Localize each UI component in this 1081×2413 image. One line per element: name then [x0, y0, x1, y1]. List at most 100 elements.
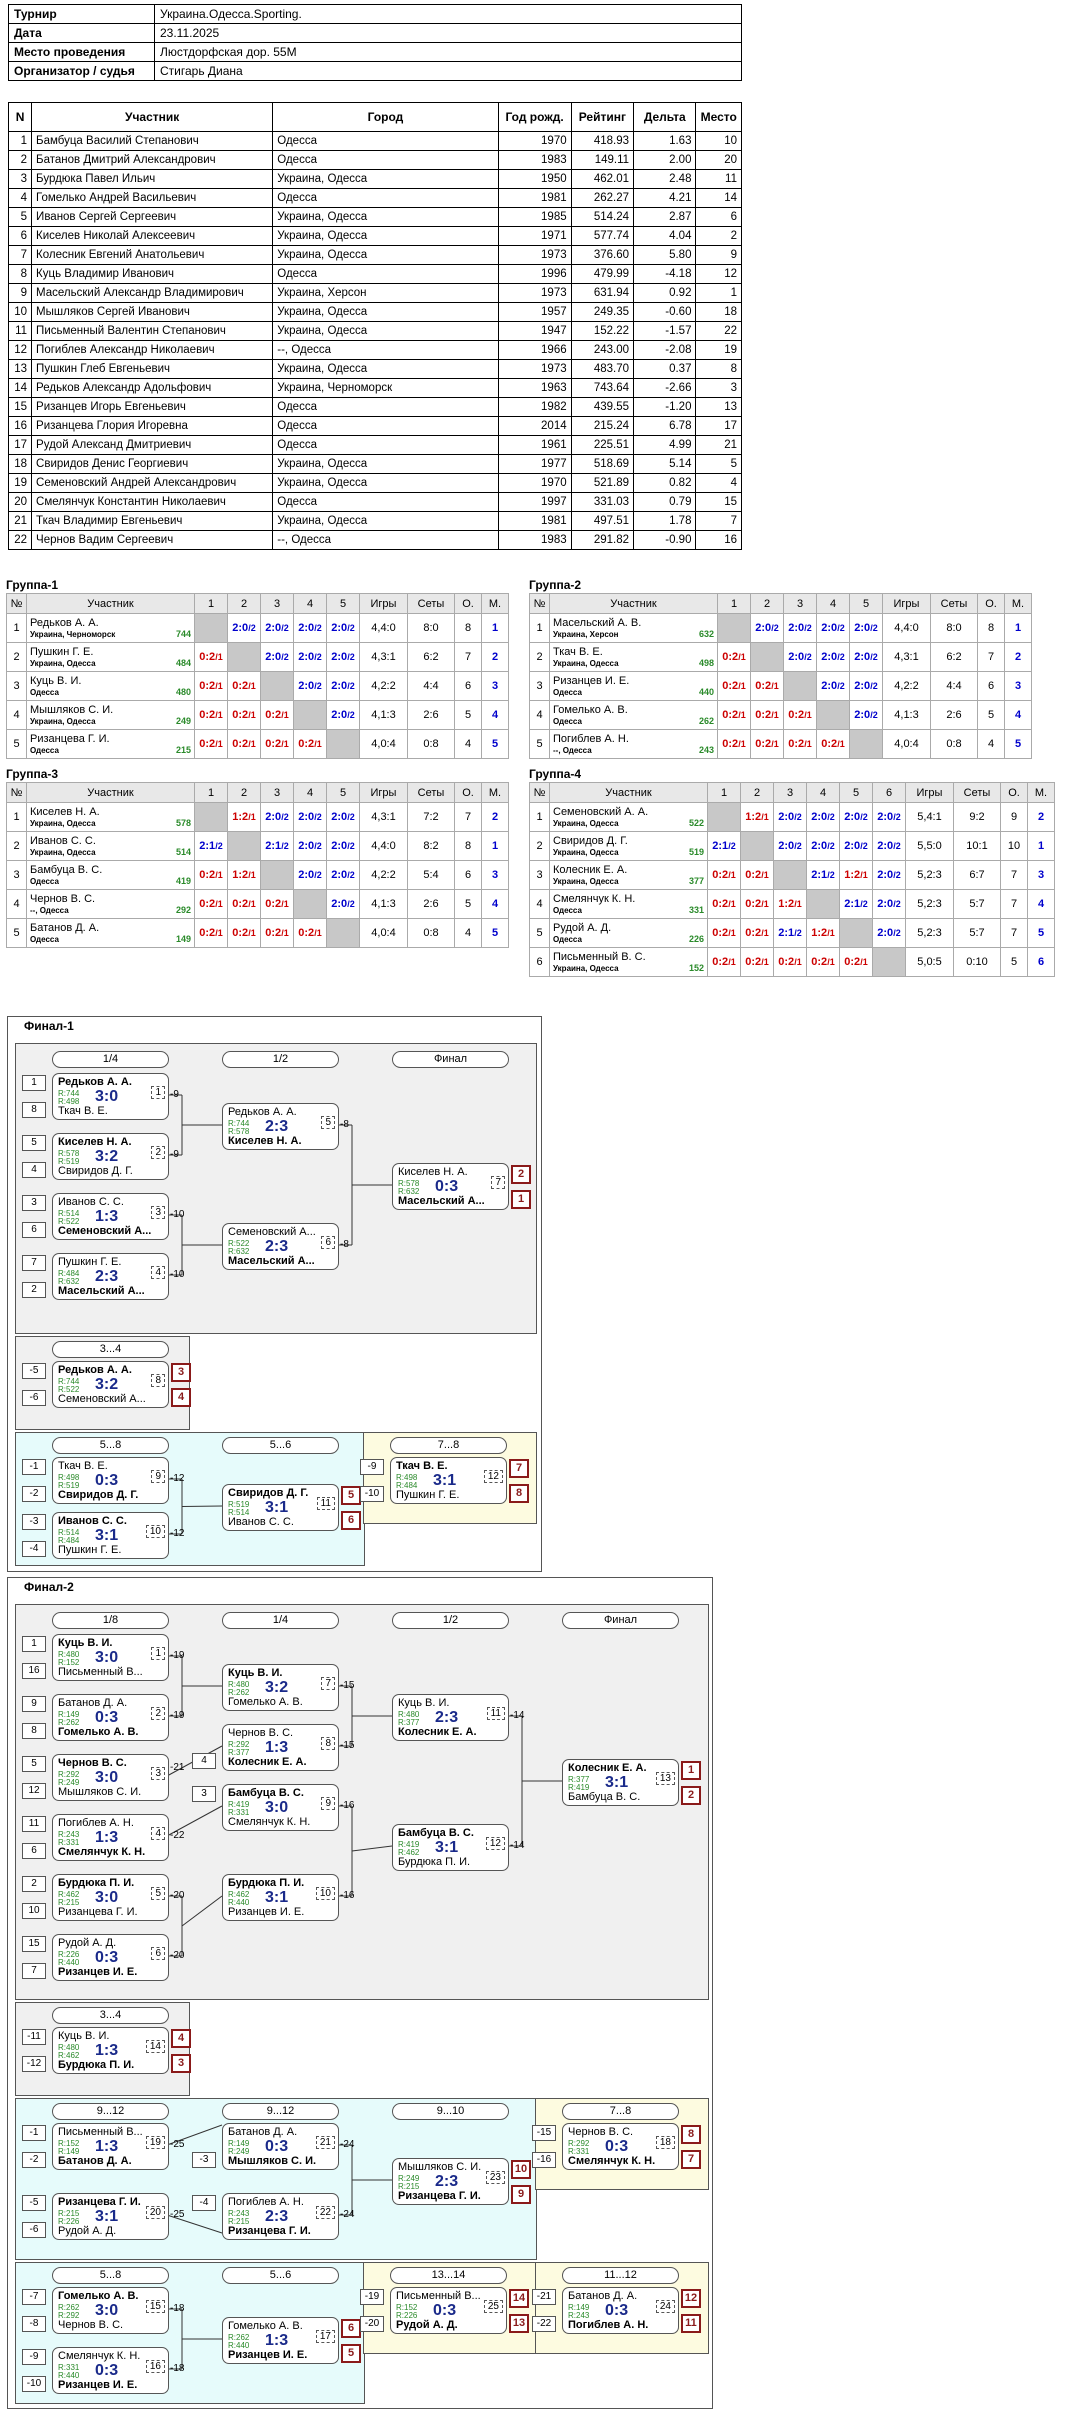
final-place: 2: [681, 1786, 701, 1805]
loser-link-label: -9: [170, 1149, 179, 1160]
final-place: 4: [171, 1388, 191, 1407]
match-player-2: Смелянчук К. Н.: [228, 1816, 311, 1828]
bracket-connector: [181, 1895, 223, 1927]
match-score: 3:2: [95, 1148, 119, 1165]
match-score: 3:1: [95, 1527, 119, 1544]
match-score: 0:3: [95, 1949, 119, 1966]
match-score: 2:3: [265, 2208, 289, 2225]
match-box[interactable]: Бамбуца В. С. R:419 R:462 3:1 12 Бурдюка П. И…: [392, 1824, 509, 1871]
round-label: 1/2: [222, 1051, 339, 1068]
seed-number: -9: [22, 2349, 46, 2365]
match-player-1: Чернов В. С.: [58, 1757, 127, 1769]
match-number: 7: [321, 1677, 335, 1690]
match-box[interactable]: Куць В. И. R:480 R:152 3:0 1 Письменный В...: [52, 1634, 169, 1681]
match-box[interactable]: Гомелько А. В. R:262 R:292 3:0 15 Чернов В. С…: [52, 2287, 169, 2334]
final-place: 4: [171, 2029, 191, 2048]
match-score: 3:0: [95, 2302, 119, 2319]
seed-number: 10: [22, 1903, 46, 1919]
match-score: 1:3: [95, 2042, 119, 2059]
match-box[interactable]: Бамбуца В. С. R:419 R:331 3:0 9 Смелянчук К. …: [222, 1784, 339, 1831]
match-box[interactable]: Ризанцева Г. И. R:215 R:226 3:1 20 Рудой А. Д…: [52, 2193, 169, 2240]
match-box[interactable]: Чернов В. С. R:292 R:249 3:0 3 Мышляков С. И.: [52, 1754, 169, 1801]
match-box[interactable]: Погиблев А. Н. R:243 R:215 2:3 22 Ризанцева Г…: [222, 2193, 339, 2240]
match-box[interactable]: Батанов Д. А. R:149 R:262 0:3 2 Гомелько А. В…: [52, 1694, 169, 1741]
match-box[interactable]: Иванов С. С. R:514 R:522 1:3 3 Семеновский А.…: [52, 1193, 169, 1240]
match-box[interactable]: Семеновский А... R:522 R:632 2:3 6 Масельский…: [222, 1223, 339, 1270]
match-box[interactable]: Батанов Д. А. R:149 R:249 0:3 21 Мышляков С. …: [222, 2123, 339, 2170]
seed-number: 5: [22, 1135, 46, 1151]
match-player-1: Редьков А. А.: [228, 1106, 297, 1118]
match-player-2: Масельский А...: [398, 1195, 485, 1207]
match-player-2: Ткач В. Е.: [58, 1105, 108, 1117]
match-score: 3:0: [95, 1088, 119, 1105]
seed-number: -4: [192, 2195, 216, 2211]
match-player-1: Мышляков С. И.: [398, 2161, 482, 2173]
match-score: 3:1: [605, 1774, 629, 1791]
match-score: 3:0: [95, 1889, 119, 1906]
match-score: 3:2: [95, 1376, 119, 1393]
match-box[interactable]: Свиридов Д. Г. R:519 R:514 3:1 11 Иванов С. С…: [222, 1484, 339, 1531]
match-box[interactable]: Ткач В. Е. R:498 R:484 3:1 12 Пушкин Г. Е.: [390, 1457, 507, 1504]
match-box[interactable]: Ткач В. Е. R:498 R:519 0:3 9 Свиридов Д. Г.: [52, 1457, 169, 1504]
match-number: 3: [151, 1206, 165, 1219]
match-player-1: Письменный В...: [396, 2290, 481, 2302]
match-box[interactable]: Чернов В. С. R:292 R:377 1:3 8 Колесник Е. А.: [222, 1724, 339, 1771]
match-box[interactable]: Редьков А. А. R:744 R:498 3:0 1 Ткач В. Е.: [52, 1073, 169, 1120]
match-player-1: Ризанцева Г. И.: [58, 2196, 141, 2208]
loser-link-label: -24: [340, 2209, 355, 2220]
match-player-2: Гомелько А. В.: [58, 1726, 139, 1738]
match-player-2: Смелянчук К. Н.: [58, 1846, 146, 1858]
seed-number: -7: [22, 2289, 46, 2305]
match-box[interactable]: Редьков А. А. R:744 R:578 2:3 5 Киселев Н. А.: [222, 1103, 339, 1150]
match-player-1: Семеновский А...: [228, 1226, 316, 1238]
bracket-connector: [181, 1505, 223, 1507]
match-box[interactable]: Колесник Е. А. R:377 R:419 3:1 13 Бамбуца В. …: [562, 1759, 679, 1806]
match-box[interactable]: Чернов В. С. R:292 R:331 0:3 18 Смелянчук К. …: [562, 2123, 679, 2170]
match-box[interactable]: Рудой А. Д. R:226 R:440 0:3 6 Ризанцев И. Е.: [52, 1934, 169, 1981]
match-number: 20: [145, 2206, 165, 2219]
match-player-2: Свиридов Д. Г.: [58, 1165, 133, 1177]
round-label: 7...8: [390, 1437, 507, 1454]
final-place: 8: [681, 2125, 701, 2144]
loser-link-label: -8: [340, 1119, 349, 1130]
match-box[interactable]: Куць В. И. R:480 R:262 3:2 7 Гомелько А. В.: [222, 1664, 339, 1711]
match-box[interactable]: Бурдюка П. И. R:462 R:440 3:1 10 Ризанцев И. …: [222, 1874, 339, 1921]
match-box[interactable]: Пушкин Г. Е. R:484 R:632 2:3 4 Масельский А..…: [52, 1253, 169, 1300]
match-score: 3:2: [265, 1679, 289, 1696]
match-box[interactable]: Редьков А. А. R:744 R:522 3:2 8 Семеновский А…: [52, 1361, 169, 1408]
match-box[interactable]: Батанов Д. А. R:149 R:243 0:3 24 Погиблев А. …: [562, 2287, 679, 2334]
round-label: 9...12: [52, 2103, 169, 2120]
match-box[interactable]: Смелянчук К. Н. R:331 R:440 0:3 16 Ризанцев И…: [52, 2347, 169, 2394]
match-player-1: Редьков А. А.: [58, 1076, 132, 1088]
loser-link-label: -20: [170, 1950, 185, 1961]
match-player-1: Куць В. И.: [58, 1637, 113, 1649]
round-label: 13...14: [390, 2267, 507, 2284]
match-player-1: Рудой А. Д.: [58, 1937, 117, 1949]
final-place: 5: [341, 2344, 361, 2363]
match-box[interactable]: Погиблев А. Н. R:243 R:331 1:3 4 Смелянчук К.…: [52, 1814, 169, 1861]
match-player-1: Чернов В. С.: [568, 2126, 634, 2138]
match-box[interactable]: Письменный В... R:152 R:149 1:3 19 Батанов Д.…: [52, 2123, 169, 2170]
seed-number: -1: [22, 1459, 46, 1475]
final-place: 6: [341, 2319, 361, 2338]
seed-number: 7: [22, 1963, 46, 1979]
match-player-2: Пушкин Г. Е.: [396, 1489, 460, 1501]
match-box[interactable]: Куць В. И. R:480 R:377 2:3 11 Колесник Е. А.: [392, 1694, 509, 1741]
match-number: 5: [151, 1887, 165, 1900]
loser-link-label: -15: [340, 1680, 355, 1691]
match-box[interactable]: Письменный В... R:152 R:226 0:3 25 Рудой А. Д…: [390, 2287, 507, 2334]
match-box[interactable]: Куць В. И. R:480 R:462 1:3 14 Бурдюка П. И.: [52, 2027, 169, 2074]
match-box[interactable]: Киселев Н. А. R:578 R:632 0:3 7 Масельский А.…: [392, 1163, 509, 1210]
match-score: 1:3: [95, 1208, 119, 1225]
match-box[interactable]: Бурдюка П. И. R:462 R:215 3:0 5 Ризанцева Г. …: [52, 1874, 169, 1921]
match-player-2: Ризанцев И. Е.: [58, 2379, 138, 2391]
match-box[interactable]: Гомелько А. В. R:262 R:440 1:3 17 Ризанцев И.…: [222, 2317, 339, 2364]
round-label: 3...4: [52, 1341, 169, 1358]
match-box[interactable]: Мышляков С. И. R:249 R:215 2:3 23 Ризанцева Г…: [392, 2158, 509, 2205]
seed-number: 3: [22, 1195, 46, 1211]
final-place: 11: [681, 2314, 701, 2333]
match-box[interactable]: Иванов С. С. R:514 R:484 3:1 10 Пушкин Г. Е.: [52, 1512, 169, 1559]
seed-number: -11: [22, 2029, 46, 2045]
match-box[interactable]: Киселев Н. А. R:578 R:519 3:2 2 Свиридов Д. Г…: [52, 1133, 169, 1180]
match-player-1: Пушкин Г. Е.: [58, 1256, 122, 1268]
